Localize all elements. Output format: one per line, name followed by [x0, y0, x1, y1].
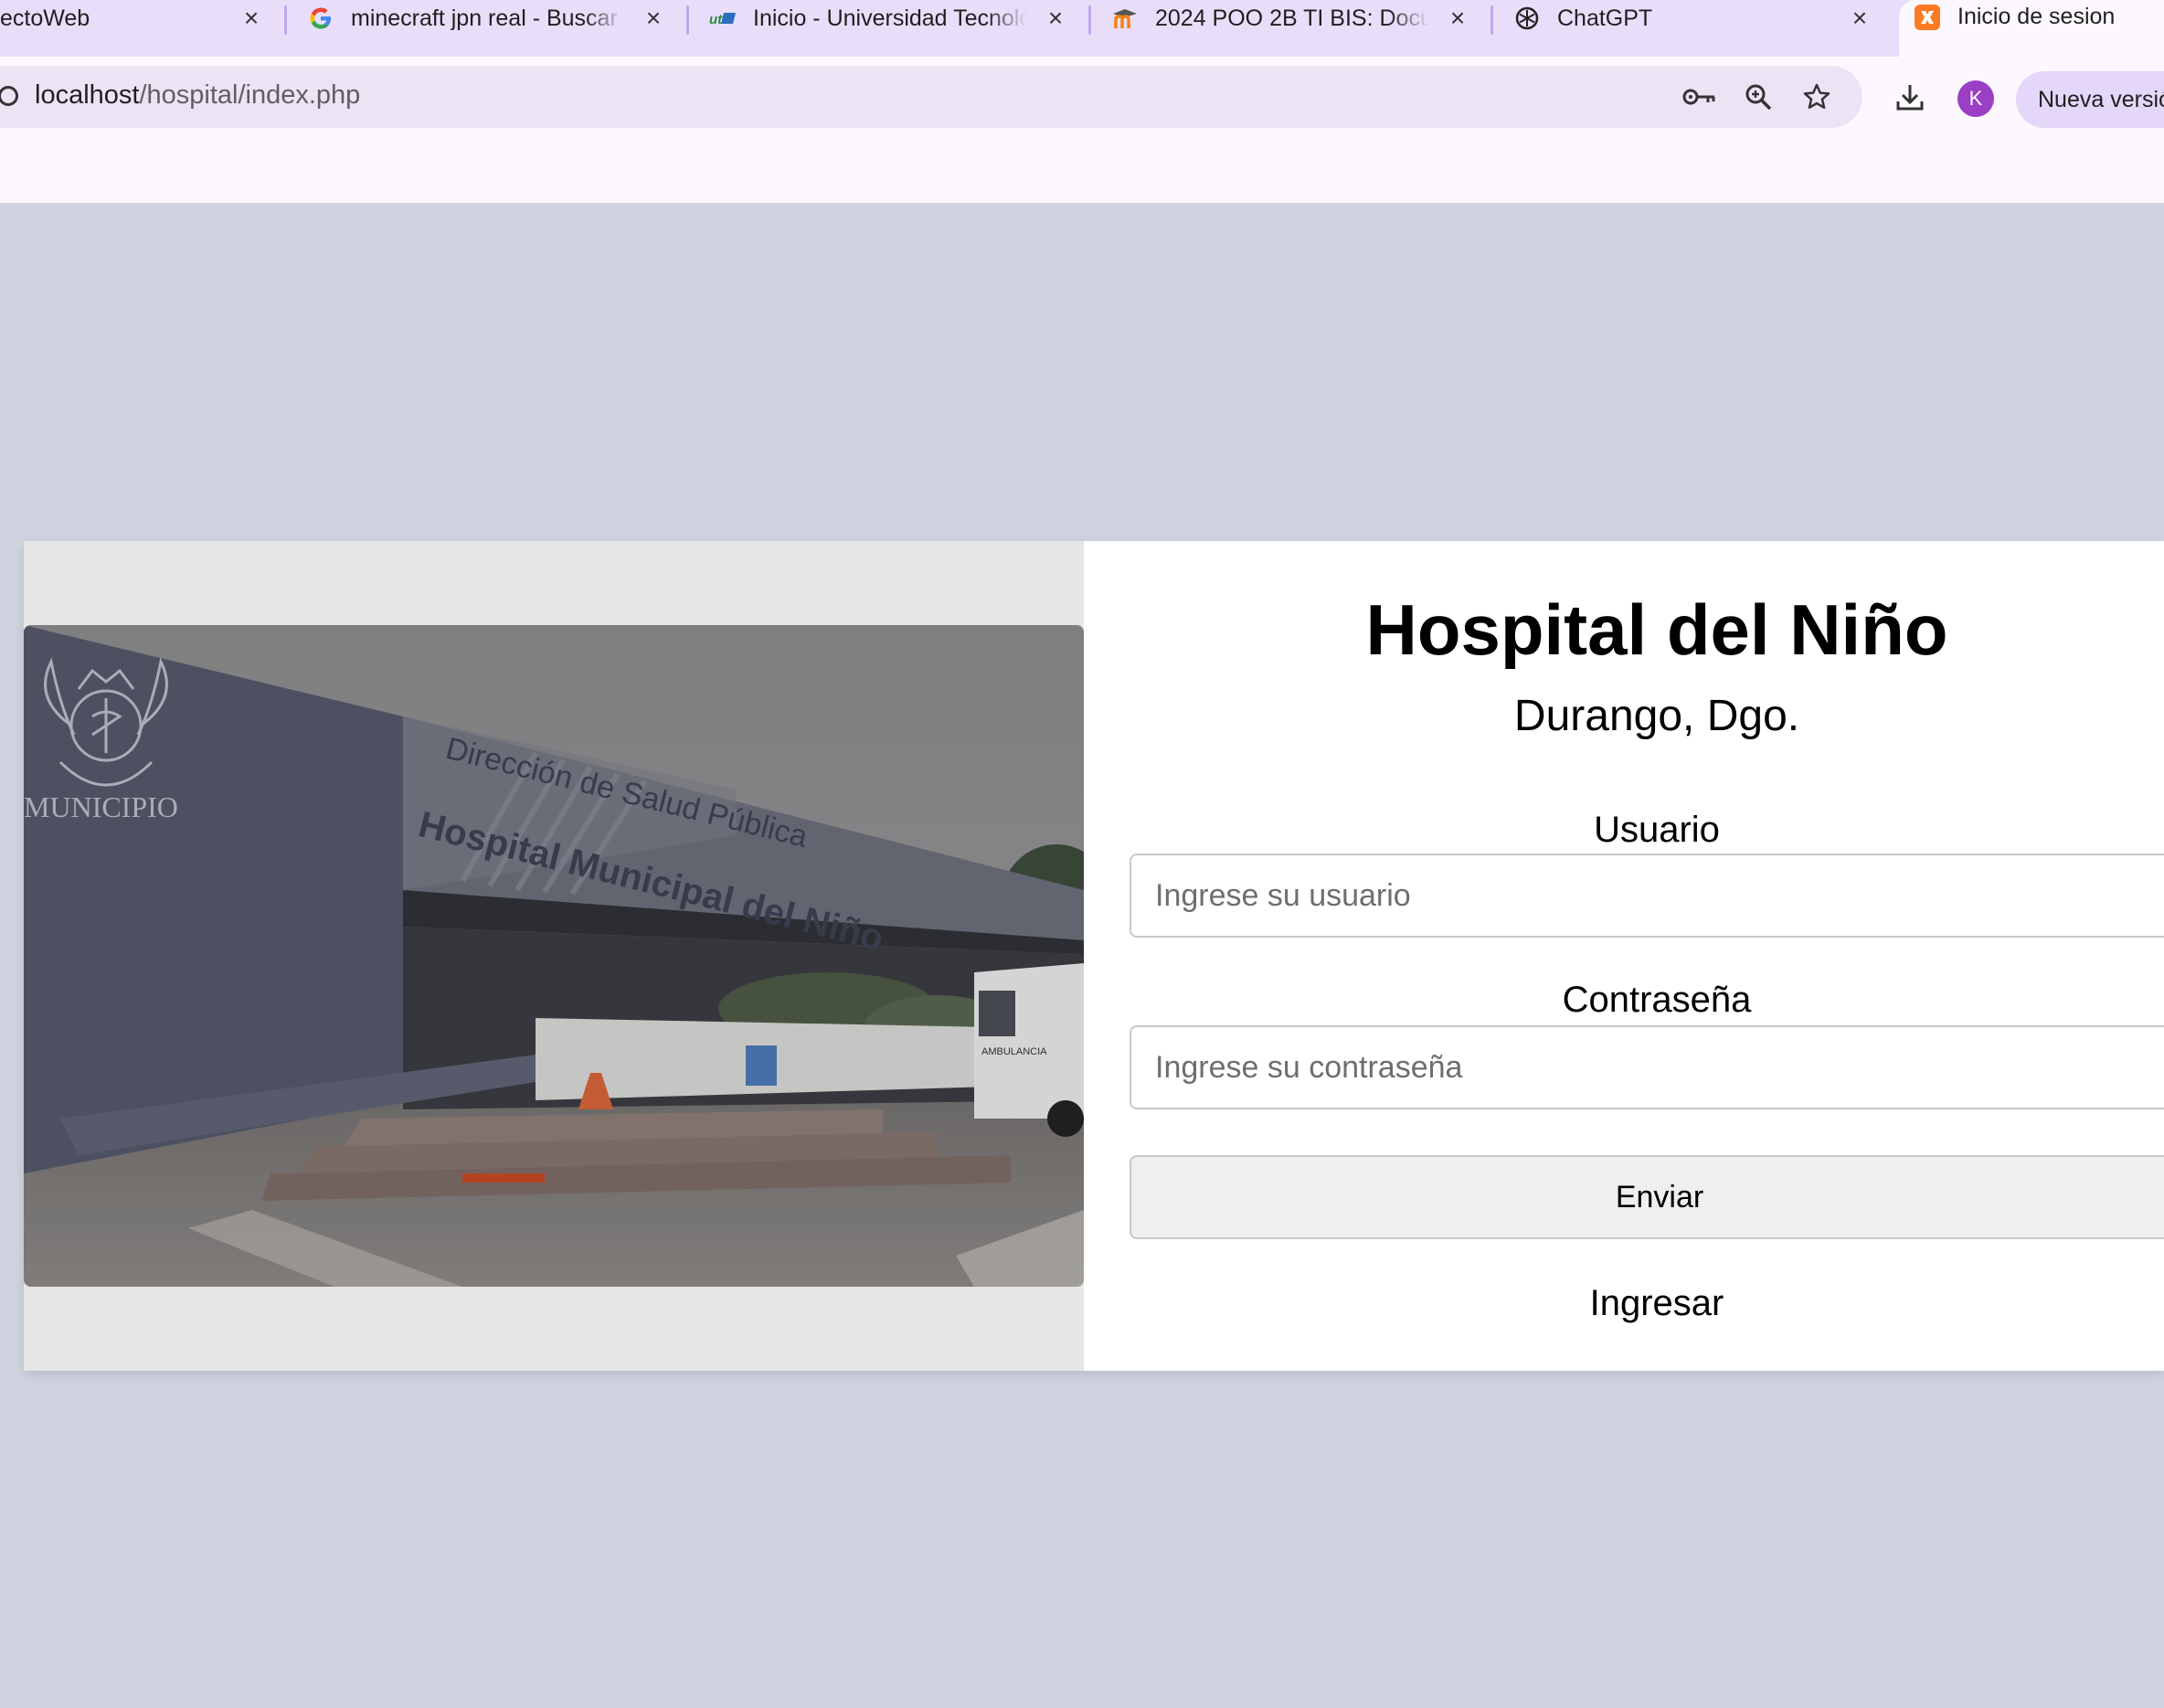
- login-link[interactable]: Ingresar: [1084, 1283, 2164, 1324]
- tab-separator: [1088, 5, 1091, 35]
- tab-moodle[interactable]: 2024 POO 2B TI BIS: Documento ×: [1111, 0, 1477, 37]
- user-label: Usuario: [1594, 810, 1720, 850]
- close-icon[interactable]: ×: [1444, 5, 1471, 32]
- tab-universidad[interactable]: ut Inicio - Universidad Tecnológica ×: [709, 0, 1075, 37]
- tab-proyectoweb[interactable]: ectoWeb ×: [0, 0, 274, 37]
- tab-separator: [686, 5, 689, 35]
- tab-inicio-sesion[interactable]: Inicio de sesion: [1899, 0, 2164, 57]
- address-bar[interactable]: localhost/hospital/index.php: [0, 66, 1862, 128]
- new-version-button[interactable]: Nueva versión: [2016, 71, 2164, 128]
- bookmark-star-icon[interactable]: [1798, 79, 1835, 115]
- tab-label: ChatGPT: [1557, 5, 1653, 31]
- profile-avatar[interactable]: K: [1957, 80, 1994, 117]
- submit-button[interactable]: Enviar: [1130, 1155, 2164, 1239]
- tab-label: Inicio de sesion: [1957, 4, 2116, 29]
- tab-label: ectoWeb: [0, 5, 90, 31]
- download-icon[interactable]: [1890, 77, 1930, 117]
- key-icon[interactable]: [1681, 79, 1718, 115]
- tab-google-search[interactable]: minecraft jpn real - Buscar ×: [307, 0, 673, 37]
- url-text[interactable]: localhost/hospital/index.php: [35, 80, 360, 111]
- tab-strip: ectoWeb × minecraft jpn real - Buscar × …: [0, 0, 2164, 57]
- tab-separator: [284, 5, 287, 35]
- site-info-icon[interactable]: [0, 86, 18, 106]
- login-panel: Hospital del Niño Durango, Dgo. Usuario …: [1084, 541, 2164, 1371]
- tab-label: Inicio - Universidad Tecnológica: [753, 5, 1027, 31]
- browser-toolbar: localhost/hospital/index.php K Nueva ver…: [0, 57, 2164, 203]
- page-title: Hospital del Niño: [1365, 589, 1948, 670]
- password-label: Contraseña: [1562, 980, 1752, 1020]
- tab-label: minecraft jpn real - Buscar: [351, 5, 618, 31]
- page-subtitle: Durango, Dgo.: [1513, 692, 1800, 740]
- user-input[interactable]: [1130, 854, 2164, 938]
- close-icon[interactable]: ×: [640, 5, 667, 32]
- url-host: localhost: [35, 80, 140, 110]
- zoom-icon[interactable]: [1740, 79, 1777, 115]
- url-path: /hospital/index.php: [139, 80, 361, 110]
- chatgpt-icon: [1513, 5, 1541, 32]
- xampp-icon: [1914, 4, 1941, 31]
- tab-label: 2024 POO 2B TI BIS: Documento: [1155, 5, 1429, 31]
- close-icon[interactable]: ×: [1846, 5, 1873, 32]
- tab-separator: [1490, 5, 1493, 35]
- moodle-icon: [1111, 5, 1139, 32]
- login-card: AMBULANCIA MUNICIPIO Dirección de Salud …: [24, 541, 2164, 1371]
- hospital-photo: AMBULANCIA MUNICIPIO Dirección de Salud …: [24, 625, 1084, 1287]
- ut-icon: ut: [709, 5, 737, 32]
- image-panel: AMBULANCIA MUNICIPIO Dirección de Salud …: [24, 541, 1084, 1371]
- svg-text:ut: ut: [709, 12, 723, 27]
- password-input[interactable]: [1130, 1025, 2164, 1109]
- google-icon: [307, 5, 334, 32]
- close-icon[interactable]: ×: [238, 5, 265, 32]
- tab-chatgpt[interactable]: ChatGPT ×: [1513, 0, 1879, 37]
- close-icon[interactable]: ×: [1042, 5, 1069, 32]
